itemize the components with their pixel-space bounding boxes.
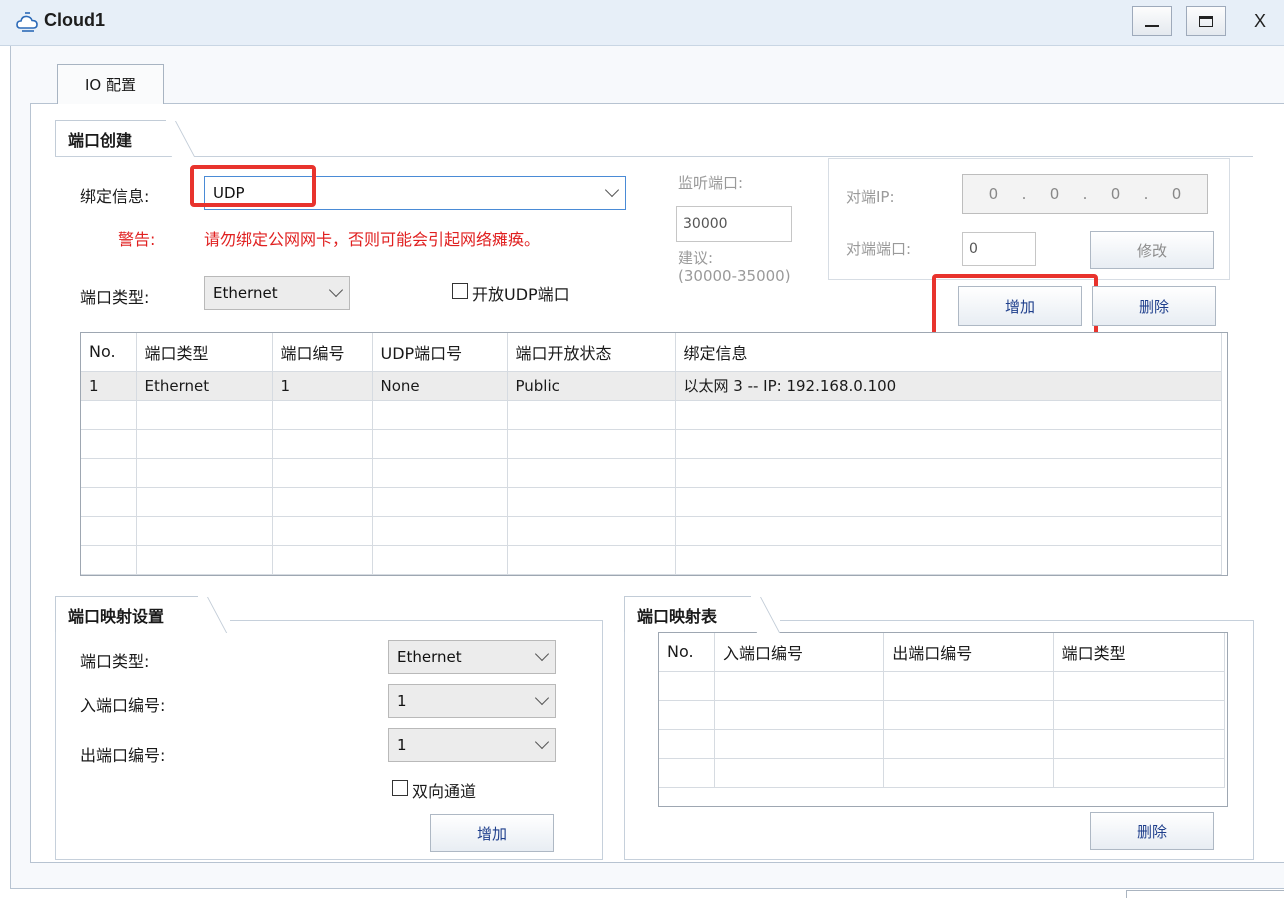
out-port-select[interactable]: 1 [388,728,556,762]
in-port-select[interactable]: 1 [388,684,556,718]
listen-port-label: 监听端口: [678,174,744,192]
empty-row [81,429,1222,459]
open-udp-checkbox[interactable] [452,283,468,299]
column-header[interactable]: 入端口编号 [714,633,885,672]
chevron-down-icon [534,646,550,662]
chevron-down-icon [328,282,344,298]
peer-port-label: 对端端口: [846,240,912,258]
highlight-box-bind [190,165,316,207]
listen-port-input[interactable]: 30000 [676,206,792,242]
maximize-icon [1199,15,1213,27]
port-table[interactable]: No. 端口类型 端口编号 UDP端口号 端口开放状态 绑定信息 1 Ether… [80,332,1228,576]
mapping-port-type-select[interactable]: Ethernet [388,640,556,674]
column-header[interactable]: 端口类型 [136,333,273,372]
table-cell: 以太网 3 -- IP: 192.168.0.100 [675,371,1222,401]
ip-dot: . [1143,185,1149,203]
suggest-label: 建议: [678,249,714,267]
chevron-down-icon [604,182,620,198]
column-header[interactable]: 端口类型 [1053,633,1226,672]
peer-ip-label: 对端IP: [846,188,895,206]
minimize-icon [1145,25,1159,27]
window-title: Cloud1 [44,10,105,30]
bind-info-label: 绑定信息: [80,187,150,206]
table-header-row: No. 入端口编号 出端口编号 端口类型 [659,633,1226,672]
peer-port-value: 0 [969,241,978,257]
empty-row [659,671,1226,701]
port-type-select[interactable]: Ethernet [204,276,350,310]
table-row[interactable]: 1 Ethernet 1 None Public 以太网 3 -- IP: 19… [81,371,1222,401]
mapping-settings-divider [230,620,603,621]
mapping-port-type-value: Ethernet [397,648,462,666]
mapping-table-divider [780,620,1254,621]
peer-ip-octet: 0 [988,185,999,203]
delete-port-button[interactable]: 删除 [1092,286,1216,326]
warning-text: 请勿绑定公网网卡，否则可能会引起网络瘫痪。 [204,230,541,249]
in-port-label: 入端口编号: [80,696,166,715]
column-header[interactable]: 出端口编号 [883,633,1054,672]
peer-ip-octet: 0 [1049,185,1060,203]
close-icon: X [1253,10,1266,31]
table-cell: None [372,371,508,401]
peer-ip-input[interactable]: 0. 0. 0. 0 [962,174,1208,214]
column-header[interactable]: 端口编号 [272,333,373,372]
empty-row [659,729,1226,759]
minimize-button[interactable] [1132,6,1172,36]
maximize-button[interactable] [1186,6,1226,36]
empty-row [659,700,1226,730]
chevron-down-icon [534,734,550,750]
empty-row [81,487,1222,517]
cloud-icon [16,12,40,34]
status-strip [1126,890,1284,898]
open-udp-label: 开放UDP端口 [472,285,570,304]
empty-row [81,400,1222,430]
out-port-label: 出端口编号: [80,746,166,765]
column-header[interactable]: No. [659,633,715,672]
peer-ip-octet: 0 [1110,185,1121,203]
modify-button[interactable]: 修改 [1090,231,1214,269]
highlight-box-add [932,274,1098,336]
warning-label: 警告: [118,230,156,249]
delete-mapping-button[interactable]: 删除 [1090,812,1214,850]
close-button[interactable]: X [1240,6,1280,36]
empty-row [81,516,1222,546]
column-header[interactable]: UDP端口号 [372,333,508,372]
column-header[interactable]: No. [81,333,137,372]
port-create-title: 端口创建 [68,130,133,150]
mapping-table-title: 端口映射表 [637,606,718,626]
empty-row [81,545,1222,575]
tab-io-config[interactable]: IO 配置 [57,64,164,104]
bidirectional-label: 双向通道 [412,782,477,801]
port-create-divider [55,156,1253,157]
title-bar: Cloud1 X [0,0,1284,46]
port-type-value: Ethernet [213,284,278,302]
out-port-value: 1 [397,736,407,754]
empty-row [81,458,1222,488]
chevron-down-icon [534,690,550,706]
column-header[interactable]: 绑定信息 [675,333,1222,372]
bidirectional-checkbox[interactable] [392,780,408,796]
port-create-group-title: 端口创建 [55,120,167,156]
table-cell: 1 [81,371,137,401]
peer-ip-octet: 0 [1171,185,1182,203]
suggest-range: (30000-35000) [678,267,791,285]
mapping-port-type-label: 端口类型: [80,652,150,671]
listen-port-value: 30000 [683,216,728,232]
mapping-table[interactable]: No. 入端口编号 出端口编号 端口类型 [658,632,1228,807]
mapping-table-group-title: 端口映射表 [624,596,752,632]
table-header-row: No. 端口类型 端口编号 UDP端口号 端口开放状态 绑定信息 [81,333,1222,372]
mapping-settings-group-title: 端口映射设置 [55,596,199,632]
ip-dot: . [1082,185,1088,203]
in-port-value: 1 [397,692,407,710]
table-cell: 1 [272,371,373,401]
ip-dot: . [1021,185,1027,203]
add-mapping-button[interactable]: 增加 [430,814,554,852]
peer-port-input[interactable]: 0 [962,232,1036,266]
port-type-label: 端口类型: [80,288,150,307]
mapping-settings-title: 端口映射设置 [68,606,165,626]
column-header[interactable]: 端口开放状态 [507,333,676,372]
table-cell: Public [507,371,676,401]
empty-row [659,758,1226,788]
table-cell: Ethernet [136,371,273,401]
